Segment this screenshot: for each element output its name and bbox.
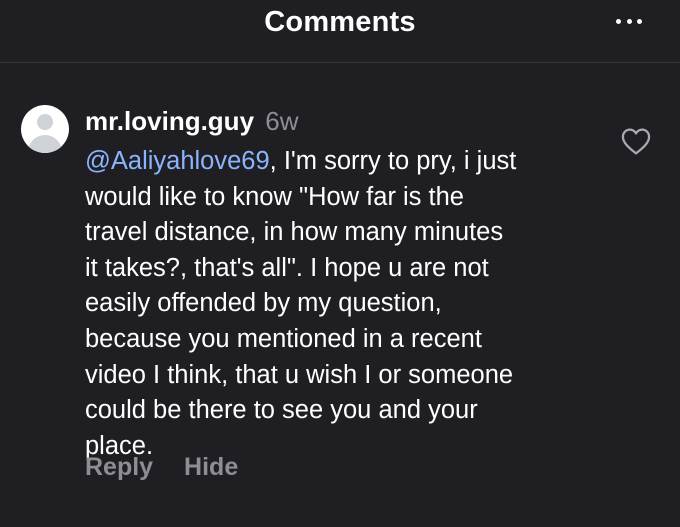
heart-icon[interactable] (620, 126, 652, 156)
comment-username[interactable]: mr.loving.guy (85, 106, 254, 136)
comment-line: travel distance, in how many minutes (85, 218, 504, 247)
comment-text: @Aaliyahlove69, I'm sorry to pry, i just… (85, 144, 605, 464)
more-dot (637, 18, 642, 24)
comment-line: it takes?, that's all". I hope u are not (85, 253, 489, 282)
comment-line: easily offended by my question, (85, 289, 442, 318)
comment-line: video I think, that u wish I or someone (85, 360, 514, 389)
comments-header: Comments (0, 0, 680, 48)
more-options-icon[interactable] (616, 16, 642, 26)
reply-button[interactable]: Reply (85, 453, 153, 481)
comment-actions: Reply Hide (85, 453, 238, 482)
more-dot (626, 18, 632, 24)
hide-button[interactable]: Hide (184, 453, 238, 481)
comment-meta: mr.loving.guy 6w (85, 104, 605, 138)
comment-line: would like to know "How far is the (85, 182, 464, 211)
comment-line: could be there to see you and your (85, 396, 478, 425)
comment: mr.loving.guy 6w @Aaliyahlove69, I'm sor… (85, 104, 605, 464)
avatar-body (28, 135, 62, 153)
comment-timestamp: 6w (265, 106, 299, 136)
avatar[interactable] (21, 105, 69, 153)
page-title: Comments (264, 6, 416, 38)
comment-line: @Aaliyahlove69, I'm sorry to pry, i just (85, 144, 605, 180)
header-divider (0, 62, 680, 63)
comment-line-text: , I'm sorry to pry, i just (269, 147, 517, 175)
avatar-head (37, 114, 53, 130)
comment-line: because you mentioned in a recent (85, 324, 482, 353)
user-mention-link[interactable]: @Aaliyahlove69 (85, 147, 270, 175)
more-dot (616, 18, 621, 24)
